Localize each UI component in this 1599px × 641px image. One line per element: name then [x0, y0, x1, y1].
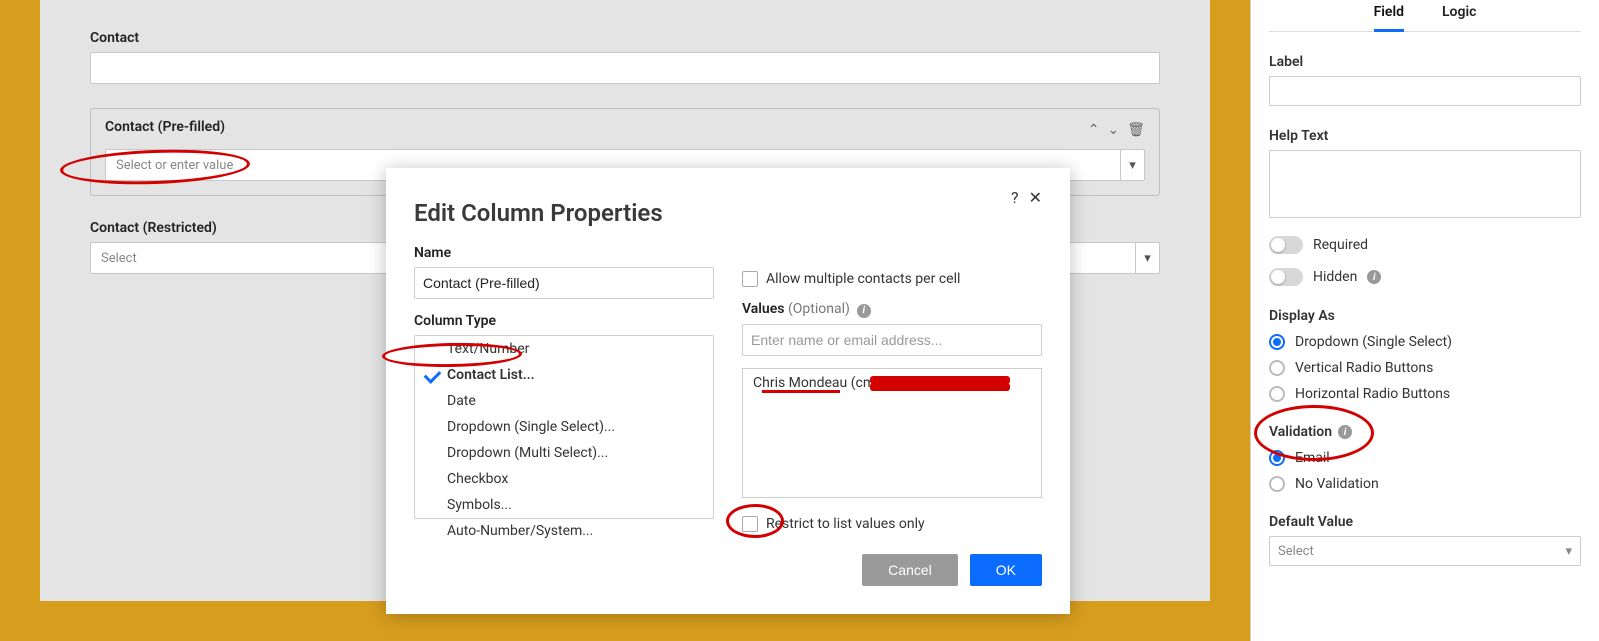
info-icon[interactable]: i [857, 304, 871, 318]
column-type-option[interactable]: Dropdown (Multi Select)... [415, 440, 713, 466]
restrict-label: Restrict to list values only [766, 516, 925, 532]
label-label: Label [1269, 54, 1581, 70]
display-as-label: Display As [1269, 308, 1581, 324]
display-as-option[interactable]: Horizontal Radio Buttons [1269, 386, 1581, 402]
modal-title: Edit Column Properties [414, 199, 1042, 227]
field-input-contact[interactable] [90, 52, 1160, 84]
values-label: Values (Optional) i [742, 301, 1042, 318]
dropdown-caret-icon: ▾ [1565, 544, 1572, 559]
radio-icon [1269, 476, 1285, 492]
column-type-list: Text/Number Contact List... Date Dropdow… [414, 335, 714, 519]
values-list: Chris Mondeau (cm [742, 368, 1042, 498]
hidden-toggle[interactable] [1269, 268, 1303, 286]
column-type-option[interactable]: Auto-Number/System... [415, 518, 713, 544]
name-label: Name [414, 245, 714, 261]
radio-icon [1269, 450, 1285, 466]
validation-option[interactable]: Email [1269, 450, 1581, 466]
column-type-option[interactable]: Text/Number [415, 336, 713, 362]
validation-label: Validation i [1269, 424, 1581, 440]
display-as-option[interactable]: Vertical Radio Buttons [1269, 360, 1581, 376]
column-type-option[interactable]: Checkbox [415, 466, 713, 492]
radio-icon [1269, 334, 1285, 350]
chevron-up-icon[interactable]: ⌃ [1088, 122, 1100, 138]
sidebar-tabs: Field Logic [1269, 0, 1581, 32]
column-type-option[interactable]: Date [415, 388, 713, 414]
column-type-option[interactable]: Dropdown (Single Select)... [415, 414, 713, 440]
name-input[interactable] [414, 267, 714, 299]
label-input[interactable] [1269, 76, 1581, 106]
required-label: Required [1313, 237, 1368, 253]
validation-option[interactable]: No Validation [1269, 476, 1581, 492]
column-type-label: Column Type [414, 313, 714, 329]
value-item[interactable]: Chris Mondeau (cm [753, 375, 1031, 391]
edit-column-modal: ? ✕ Edit Column Properties Name Column T… [386, 168, 1070, 614]
values-input[interactable] [742, 324, 1042, 356]
radio-icon [1269, 360, 1285, 376]
restrict-checkbox[interactable] [742, 516, 758, 532]
tab-field[interactable]: Field [1374, 0, 1404, 32]
column-type-option[interactable]: Symbols... [415, 492, 713, 518]
hidden-label: Hidden [1313, 269, 1357, 285]
field-placeholder: Select [101, 251, 137, 266]
trash-icon[interactable]: 🗑 [1127, 122, 1145, 138]
column-type-option[interactable]: Contact List... [415, 362, 713, 388]
allow-multiple-label: Allow multiple contacts per cell [766, 271, 960, 287]
dropdown-caret-icon[interactable]: ▾ [1120, 150, 1144, 180]
close-icon[interactable]: ✕ [1029, 188, 1042, 207]
info-icon[interactable]: i [1338, 425, 1352, 439]
tab-logic[interactable]: Logic [1442, 0, 1476, 32]
helptext-input[interactable] [1269, 150, 1581, 218]
dropdown-caret-icon[interactable]: ▾ [1135, 243, 1159, 273]
field-group-contact: Contact [90, 30, 1160, 84]
default-value-label: Default Value [1269, 514, 1581, 530]
display-as-option[interactable]: Dropdown (Single Select) [1269, 334, 1581, 350]
radio-icon [1269, 386, 1285, 402]
help-icon[interactable]: ? [1011, 188, 1019, 207]
info-icon[interactable]: i [1367, 270, 1381, 284]
allow-multiple-checkbox[interactable] [742, 271, 758, 287]
chevron-down-icon[interactable]: ⌄ [1107, 122, 1119, 138]
field-label-contact: Contact [90, 30, 1160, 46]
field-placeholder: Select or enter value [116, 158, 233, 173]
cancel-button[interactable]: Cancel [862, 554, 958, 586]
default-value-select[interactable]: Select ▾ [1269, 536, 1581, 566]
ok-button[interactable]: OK [970, 554, 1042, 586]
field-label-contact-prefilled: Contact (Pre-filled) [105, 119, 225, 135]
required-toggle[interactable] [1269, 236, 1303, 254]
properties-sidebar: Field Logic Label Help Text Required Hid… [1250, 0, 1599, 641]
helptext-label: Help Text [1269, 128, 1581, 144]
